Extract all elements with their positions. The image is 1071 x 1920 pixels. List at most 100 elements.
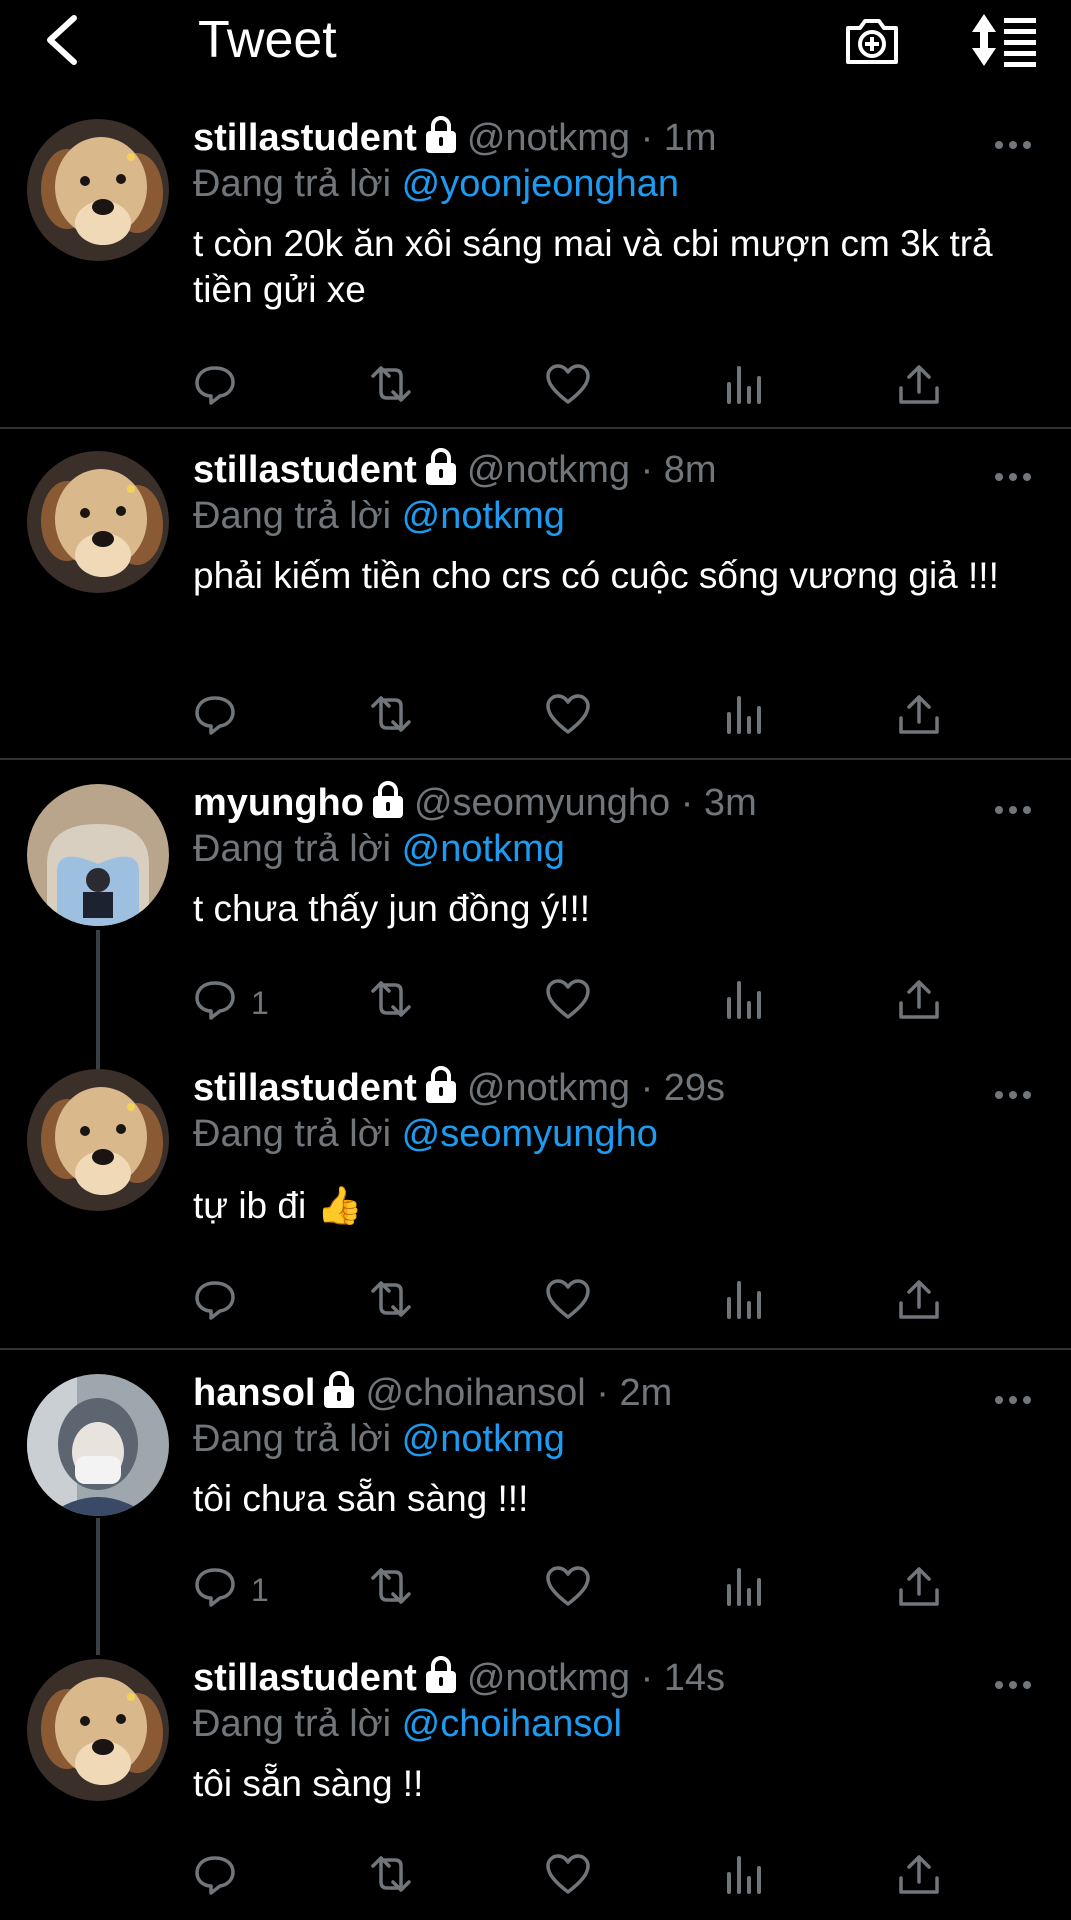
page-title: Tweet <box>198 11 337 69</box>
avatar[interactable] <box>27 119 169 261</box>
tweet-actions: 1 <box>193 977 993 1027</box>
reply-mention-link[interactable]: @notkmg <box>402 495 565 537</box>
reply-icon <box>193 1564 237 1608</box>
analytics-icon <box>723 1852 763 1896</box>
display-name[interactable]: stillastudent <box>193 117 417 159</box>
user-handle[interactable]: @notkmg <box>467 449 630 491</box>
analytics-button[interactable] <box>723 1564 763 1614</box>
reply-context: Đang trả lời @yoonjeonghan <box>193 161 1051 207</box>
user-handle[interactable]: @notkmg <box>467 1067 630 1109</box>
tweet-time: · 14s <box>640 1657 726 1699</box>
analytics-button[interactable] <box>723 977 763 1027</box>
reply-mention-link[interactable]: @seomyungho <box>402 1113 658 1155</box>
display-name[interactable]: stillastudent <box>193 1657 417 1699</box>
avatar[interactable] <box>27 1069 169 1211</box>
reply-mention-link[interactable]: @yoonjeonghan <box>402 163 679 205</box>
share-button[interactable] <box>897 1852 941 1902</box>
retweet-icon <box>365 362 417 406</box>
tweet-time: · 8m <box>640 449 717 491</box>
retweet-icon <box>365 1564 417 1608</box>
tweet-actions <box>193 1852 993 1902</box>
retweet-button[interactable] <box>365 362 417 412</box>
reply-mention-link[interactable]: @notkmg <box>402 1418 565 1460</box>
retweet-button[interactable] <box>365 692 417 742</box>
display-name[interactable]: stillastudent <box>193 1067 417 1109</box>
sort-icon[interactable] <box>970 12 1040 68</box>
like-button[interactable] <box>545 362 591 412</box>
camera-plus-icon[interactable] <box>842 12 902 68</box>
reply-button[interactable]: 1 <box>193 1564 269 1614</box>
share-button[interactable] <box>897 977 941 1027</box>
like-icon <box>545 977 591 1021</box>
like-icon <box>545 1564 591 1608</box>
analytics-button[interactable] <box>723 362 763 412</box>
like-button[interactable] <box>545 977 591 1027</box>
display-name[interactable]: myungho <box>193 782 364 824</box>
reply-context: Đang trả lời @notkmg <box>193 826 1051 872</box>
reply-button[interactable]: 1 <box>193 977 269 1027</box>
tweet-content: myungho @seomyungho · 3m Đang trả lời @n… <box>193 780 1051 932</box>
retweet-button[interactable] <box>365 1277 417 1327</box>
analytics-button[interactable] <box>723 1277 763 1327</box>
display-name[interactable]: stillastudent <box>193 449 417 491</box>
reply-context: Đang trả lời @choihansol <box>193 1701 1051 1747</box>
reply-mention-link[interactable]: @notkmg <box>402 828 565 870</box>
avatar[interactable] <box>27 784 169 926</box>
reply-context: Đang trả lời @seomyungho <box>193 1111 1051 1157</box>
tweet-actions: 1 <box>193 1564 993 1614</box>
retweet-button[interactable] <box>365 1564 417 1614</box>
avatar[interactable] <box>27 1374 169 1516</box>
retweet-icon <box>365 977 417 1021</box>
like-button[interactable] <box>545 1564 591 1614</box>
share-button[interactable] <box>897 692 941 742</box>
tweet-header: stillastudent @notkmg · 29s <box>193 1065 1051 1111</box>
reply-mention-link[interactable]: @choihansol <box>402 1703 622 1745</box>
avatar[interactable] <box>27 451 169 593</box>
share-button[interactable] <box>897 1277 941 1327</box>
user-handle[interactable]: @seomyungho <box>414 782 670 824</box>
reply-button[interactable] <box>193 1852 237 1902</box>
retweet-icon <box>365 1277 417 1321</box>
tweet-text: phải kiếm tiền cho crs có cuộc sống vươn… <box>193 555 999 596</box>
tweet-time: · 1m <box>640 117 717 159</box>
reply-button[interactable] <box>193 362 237 412</box>
user-handle[interactable]: @notkmg <box>467 1657 630 1699</box>
retweet-button[interactable] <box>365 1852 417 1902</box>
like-button[interactable] <box>545 1852 591 1902</box>
chevron-left-icon[interactable] <box>40 10 90 70</box>
tweet-divider <box>0 427 1071 429</box>
analytics-button[interactable] <box>723 1852 763 1902</box>
tweet-divider <box>0 758 1071 760</box>
reply-prefix: Đang trả lời <box>193 1113 392 1155</box>
like-icon <box>545 1852 591 1896</box>
tweet-text: t còn 20k ăn xôi sáng mai và cbi mượn cm… <box>193 223 993 310</box>
like-icon <box>545 692 591 736</box>
user-handle[interactable]: @notkmg <box>467 117 630 159</box>
reply-button[interactable] <box>193 1277 237 1327</box>
tweet-content: stillastudent @notkmg · 1m Đang trả lời … <box>193 115 1051 313</box>
analytics-icon <box>723 362 763 406</box>
tweet-actions <box>193 692 993 742</box>
tweet-header: stillastudent @notkmg · 1m <box>193 115 1051 161</box>
tweet-time: · 3m <box>680 782 757 824</box>
tweet-actions <box>193 362 993 412</box>
share-button[interactable] <box>897 362 941 412</box>
top-bar: Tweet <box>0 0 1071 80</box>
retweet-button[interactable] <box>365 977 417 1027</box>
tweet-header: hansol @choihansol · 2m <box>193 1370 1051 1416</box>
avatar[interactable] <box>27 1659 169 1801</box>
tweet-content: stillastudent @notkmg · 14s Đang trả lời… <box>193 1655 1051 1807</box>
display-name[interactable]: hansol <box>193 1372 315 1414</box>
user-handle[interactable]: @choihansol <box>365 1372 585 1414</box>
like-button[interactable] <box>545 692 591 742</box>
share-button[interactable] <box>897 1564 941 1614</box>
reply-button[interactable] <box>193 692 237 742</box>
like-icon <box>545 1277 591 1321</box>
retweet-icon <box>365 1852 417 1896</box>
lock-icon <box>372 781 403 818</box>
like-button[interactable] <box>545 1277 591 1327</box>
analytics-button[interactable] <box>723 692 763 742</box>
reply-icon <box>193 1852 237 1896</box>
tweet-content: hansol @choihansol · 2m Đang trả lời @no… <box>193 1370 1051 1522</box>
share-icon <box>897 1564 941 1608</box>
